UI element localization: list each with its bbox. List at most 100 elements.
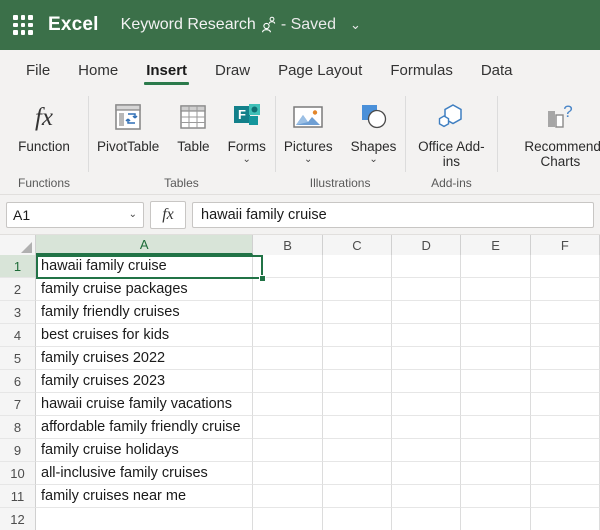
row-header-8[interactable]: 8 [0,416,36,439]
tab-data[interactable]: Data [467,50,527,90]
cell-a12[interactable] [36,508,254,530]
tab-insert[interactable]: Insert [132,50,201,90]
cell-c5[interactable] [322,347,392,370]
cell-e9[interactable] [461,439,531,462]
cell-f11[interactable] [530,485,600,508]
cell-b10[interactable] [253,462,323,485]
cell-b5[interactable] [253,347,323,370]
cell-a9[interactable]: family cruise holidays [36,439,254,462]
cell-f9[interactable] [530,439,600,462]
cell-b11[interactable] [253,485,323,508]
cell-e11[interactable] [461,485,531,508]
cell-a6[interactable]: family cruises 2023 [36,370,254,393]
forms-button[interactable]: F Forms ⌄ [219,94,275,165]
tab-page-layout[interactable]: Page Layout [264,50,376,90]
cell-a1[interactable]: hawaii family cruise [36,255,254,278]
row-header-7[interactable]: 7 [0,393,36,416]
cell-b12[interactable] [253,508,323,530]
row-header-9[interactable]: 9 [0,439,36,462]
column-header-e[interactable]: E [461,235,531,255]
pivottable-button[interactable]: PivotTable [88,94,168,154]
tab-formulas[interactable]: Formulas [376,50,467,90]
cell-d8[interactable] [391,416,462,439]
cell-c4[interactable] [322,324,392,347]
row-header-4[interactable]: 4 [0,324,36,347]
cell-b9[interactable] [253,439,323,462]
shapes-chevron-down-icon[interactable]: ⌄ [369,155,377,165]
cell-b8[interactable] [253,416,323,439]
cell-f3[interactable] [530,301,600,324]
cell-e2[interactable] [461,278,531,301]
cell-d7[interactable] [391,393,462,416]
row-header-3[interactable]: 3 [0,301,36,324]
cell-b3[interactable] [253,301,323,324]
cell-a8[interactable]: affordable family friendly cruise [36,416,254,439]
cell-a3[interactable]: family friendly cruises [36,301,254,324]
cell-f4[interactable] [530,324,600,347]
column-header-b[interactable]: B [253,235,323,255]
cell-d6[interactable] [391,370,462,393]
name-box-chevron-down-icon[interactable]: ⌄ [129,209,137,220]
cell-a4[interactable]: best cruises for kids [36,324,254,347]
cell-f2[interactable] [530,278,600,301]
cell-e3[interactable] [461,301,531,324]
cell-d2[interactable] [391,278,462,301]
cell-d4[interactable] [391,324,462,347]
cell-f1[interactable] [530,255,600,278]
cell-f12[interactable] [531,508,600,530]
row-header-10[interactable]: 10 [0,462,36,485]
tab-file[interactable]: File [12,50,64,90]
cell-d10[interactable] [391,462,462,485]
shapes-button[interactable]: Shapes ⌄ [342,94,406,165]
person-share-icon[interactable] [261,16,276,33]
formula-input[interactable]: hawaii family cruise [192,201,594,228]
insert-function-icon[interactable]: fx [150,200,186,229]
recommended-charts-button[interactable]: ? Recommended Charts [497,94,600,169]
document-name[interactable]: Keyword Research [121,16,256,34]
column-header-c[interactable]: C [322,235,393,255]
cell-a11[interactable]: family cruises near me [36,485,254,508]
fill-handle[interactable] [259,275,266,282]
cell-d11[interactable] [391,485,462,508]
row-header-6[interactable]: 6 [0,370,36,393]
cell-e7[interactable] [461,393,531,416]
cell-c11[interactable] [322,485,392,508]
cell-e8[interactable] [461,416,531,439]
pictures-chevron-down-icon[interactable]: ⌄ [304,155,312,165]
cell-d12[interactable] [392,508,462,530]
row-header-12[interactable]: 12 [0,508,36,530]
cell-d5[interactable] [391,347,462,370]
tab-draw[interactable]: Draw [201,50,264,90]
waffle-grid-icon[interactable] [10,12,36,38]
cell-c10[interactable] [322,462,392,485]
forms-chevron-down-icon[interactable]: ⌄ [243,155,251,165]
cell-e1[interactable] [461,255,531,278]
row-header-1[interactable]: 1 [0,255,36,278]
cell-f6[interactable] [530,370,600,393]
cell-c7[interactable] [322,393,392,416]
cell-c12[interactable] [323,508,392,530]
column-header-a[interactable]: A [36,235,254,255]
select-all-corner[interactable] [0,235,36,255]
cell-b4[interactable] [253,324,323,347]
row-header-2[interactable]: 2 [0,278,36,301]
cell-d9[interactable] [391,439,462,462]
cell-c6[interactable] [322,370,392,393]
cell-c8[interactable] [322,416,392,439]
row-header-11[interactable]: 11 [0,485,36,508]
column-header-d[interactable]: D [392,235,462,255]
cell-e10[interactable] [461,462,531,485]
title-chevron-down-icon[interactable]: ⌄ [350,17,361,33]
cell-e12[interactable] [461,508,531,530]
table-button[interactable]: Table [168,94,218,154]
cell-a5[interactable]: family cruises 2022 [36,347,254,370]
column-header-f[interactable]: F [530,235,600,255]
cell-c1[interactable] [322,255,392,278]
row-header-5[interactable]: 5 [0,347,36,370]
cell-d3[interactable] [391,301,462,324]
cell-c2[interactable] [322,278,392,301]
cell-a7[interactable]: hawaii cruise family vacations [36,393,254,416]
cell-b7[interactable] [253,393,323,416]
cell-f10[interactable] [530,462,600,485]
cell-d1[interactable] [391,255,462,278]
